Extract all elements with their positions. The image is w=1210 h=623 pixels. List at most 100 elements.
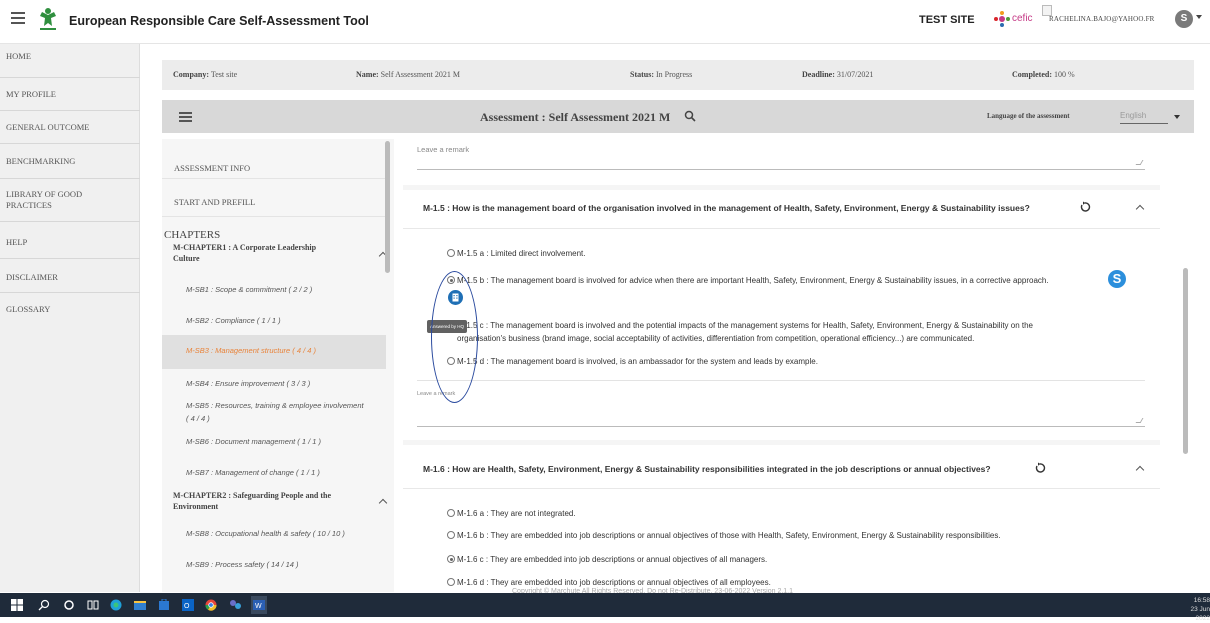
question-card-m15: M-1.5 : How is the management board of t… — [403, 190, 1160, 440]
sidebar-item-sb2[interactable]: M-SB2 : Compliance ( 1 / 1 ) — [186, 316, 281, 325]
completed-label: Completed: — [1012, 70, 1052, 79]
outlook-icon[interactable]: O — [182, 599, 194, 611]
nav-item-home[interactable]: HOME — [0, 44, 140, 78]
windows-start-icon[interactable] — [11, 599, 23, 611]
option-label: M-1.5 b : The management board is involv… — [457, 276, 1049, 285]
skype-icon[interactable]: S — [1108, 270, 1126, 288]
cefic-logo-text: cefic — [1012, 13, 1033, 24]
radio-button[interactable] — [447, 531, 455, 539]
sidebar-item-sb8[interactable]: M-SB8 : Occupational health & safety ( 1… — [186, 529, 345, 538]
file-explorer-icon[interactable] — [134, 599, 146, 611]
resize-grip-icon[interactable] — [1135, 418, 1144, 423]
chevron-up-icon[interactable] — [1135, 204, 1145, 214]
clock-time: 16:58 — [1193, 597, 1210, 604]
chapters-scrollbar[interactable] — [385, 141, 390, 273]
assessment-header: Assessment : Self Assessment 2021 M Lang… — [162, 100, 1194, 133]
nav-item-glossary[interactable]: GLOSSARY — [0, 293, 140, 325]
start-prefill-link[interactable]: START AND PREFILL — [162, 179, 386, 217]
radio-button[interactable] — [447, 509, 455, 517]
sidebar-item-sb5-count[interactable]: ( 4 / 4 ) — [186, 414, 210, 423]
nav-label: BENCHMARKING — [6, 156, 76, 166]
chevron-up-icon[interactable] — [378, 498, 388, 508]
questions-panel: Leave a remark M-1.5 : How is the manage… — [403, 139, 1160, 592]
remark-input[interactable] — [417, 426, 1145, 427]
edge-browser-icon[interactable] — [110, 599, 122, 611]
radio-button[interactable] — [447, 555, 455, 563]
chevron-down-icon[interactable] — [1196, 15, 1202, 19]
search-icon[interactable] — [684, 110, 696, 122]
nav-item-help[interactable]: HELP — [0, 222, 140, 259]
nav-item-library-of-good-practices[interactable]: LIBRARY OF GOOD PRACTICES — [0, 179, 140, 222]
chapter1-title[interactable]: M-CHAPTER1 : A Corporate Leadership Cult… — [173, 242, 338, 264]
option-m15-b[interactable]: M-1.5 b : The management board is involv… — [447, 276, 1049, 286]
option-label: M-1.5 c : The management board is involv… — [457, 321, 1034, 330]
reset-icon[interactable] — [1079, 201, 1091, 213]
sidebar-item-sb5[interactable]: M-SB5 : Resources, training & employee i… — [186, 401, 364, 410]
nav-item-benchmarking[interactable]: BENCHMARKING — [0, 144, 140, 179]
chapter2-title[interactable]: M-CHAPTER2 : Safeguarding People and the… — [173, 490, 358, 512]
nav-label: GENERAL OUTCOME — [6, 122, 90, 132]
option-m16-a[interactable]: M-1.6 a : They are not integrated. — [447, 509, 576, 519]
status-label: Status: — [630, 70, 655, 79]
option-m15-a[interactable]: M-1.5 a : Limited direct involvement. — [447, 249, 586, 259]
company-info: Company: Test site — [173, 70, 237, 79]
assessment-info-link[interactable]: ASSESSMENT INFO — [162, 139, 386, 179]
nav-label: DISCLAIMER — [6, 272, 58, 282]
radio-button[interactable] — [447, 249, 455, 257]
assessment-info-bar: Company: Test site Name: Self Assessment… — [162, 60, 1194, 90]
language-select[interactable]: English — [1120, 109, 1168, 124]
name-info: Name: Self Assessment 2021 M — [356, 70, 460, 79]
option-m16-c[interactable]: M-1.6 c : They are embedded into job des… — [447, 555, 767, 565]
nav-label: LIBRARY OF GOOD PRACTICES — [6, 189, 83, 210]
user-email[interactable]: RACHELINA.BAJO@YAHOO.FR — [1049, 15, 1155, 23]
chrome-icon[interactable] — [205, 599, 217, 611]
sidebar-item-sb4[interactable]: M-SB4 : Ensure improvement ( 3 / 3 ) — [186, 379, 310, 388]
teams-icon[interactable] — [229, 599, 241, 611]
search-icon[interactable] — [38, 599, 50, 611]
option-label: M-1.5 d : The management board is involv… — [457, 357, 818, 366]
cortana-icon[interactable] — [63, 599, 75, 611]
option-m15-d[interactable]: M-1.5 d : The management board is involv… — [447, 357, 818, 367]
option-label: M-1.6 c : They are embedded into job des… — [457, 555, 768, 564]
nav-item-disclaimer[interactable]: DISCLAIMER — [0, 259, 140, 293]
system-clock[interactable]: 16:58 23 Jun 2022 — [1185, 596, 1210, 623]
resize-grip-icon[interactable] — [1135, 160, 1144, 165]
sidebar-item-sb6[interactable]: M-SB6 : Document management ( 1 / 1 ) — [186, 437, 321, 446]
company-value: Test site — [210, 70, 238, 79]
option-m16-b[interactable]: M-1.6 b : They are embedded into job des… — [447, 531, 1001, 541]
completed-value: 100 % — [1054, 70, 1075, 79]
chapters-panel: ASSESSMENT INFO START AND PREFILL CHAPTE… — [162, 139, 394, 592]
word-icon[interactable]: W — [251, 596, 267, 614]
nav-item-general-outcome[interactable]: GENERAL OUTCOME — [0, 111, 140, 144]
option-label: M-1.6 d : They are embedded into job des… — [457, 578, 771, 587]
nav-item-my-profile[interactable]: MY PROFILE — [0, 78, 140, 111]
menu-icon[interactable] — [179, 112, 192, 122]
svg-text:O: O — [184, 603, 190, 610]
chapters-heading: CHAPTERS — [164, 229, 221, 241]
avatar[interactable]: S — [1175, 10, 1193, 28]
radio-button[interactable] — [447, 578, 455, 586]
option-m16-d[interactable]: M-1.6 d : They are embedded into job des… — [447, 578, 771, 588]
responsible-care-logo — [36, 6, 60, 34]
name-label: Name: — [356, 70, 379, 79]
store-icon[interactable] — [158, 598, 170, 611]
chevron-up-icon[interactable] — [1135, 465, 1145, 475]
menu-icon[interactable] — [11, 12, 25, 24]
main-scrollbar-thumb[interactable] — [1183, 268, 1188, 454]
sidebar-item-sb7[interactable]: M-SB7 : Management of change ( 1 / 1 ) — [186, 468, 320, 477]
divider — [417, 380, 1145, 381]
sidebar-item-sb3-label: M-SB3 : Management structure ( 4 / 4 ) — [186, 346, 317, 355]
annotation-highlight-ellipse — [431, 271, 478, 403]
status-value: In Progress — [656, 70, 693, 79]
sidebar-item-sb9[interactable]: M-SB9 : Process safety ( 14 / 14 ) — [186, 560, 299, 569]
sidebar-item-sb3-active[interactable]: M-SB3 : Management structure ( 4 / 4 ) — [162, 335, 386, 369]
deadline-info: Deadline: 31/07/2021 — [802, 70, 873, 79]
task-view-icon[interactable] — [87, 599, 99, 611]
chevron-down-icon[interactable] — [1174, 115, 1180, 119]
windows-taskbar: O W 16:58 23 Jun 2022 — [0, 593, 1210, 622]
reset-icon[interactable] — [1034, 462, 1046, 474]
option-m15-c[interactable]: M-1.5 c : The management board is involv… — [447, 321, 1033, 331]
sidebar-item-sb1[interactable]: M-SB1 : Scope & commitment ( 2 / 2 ) — [186, 285, 312, 294]
remark-input[interactable] — [417, 169, 1145, 170]
divider — [403, 488, 1160, 489]
